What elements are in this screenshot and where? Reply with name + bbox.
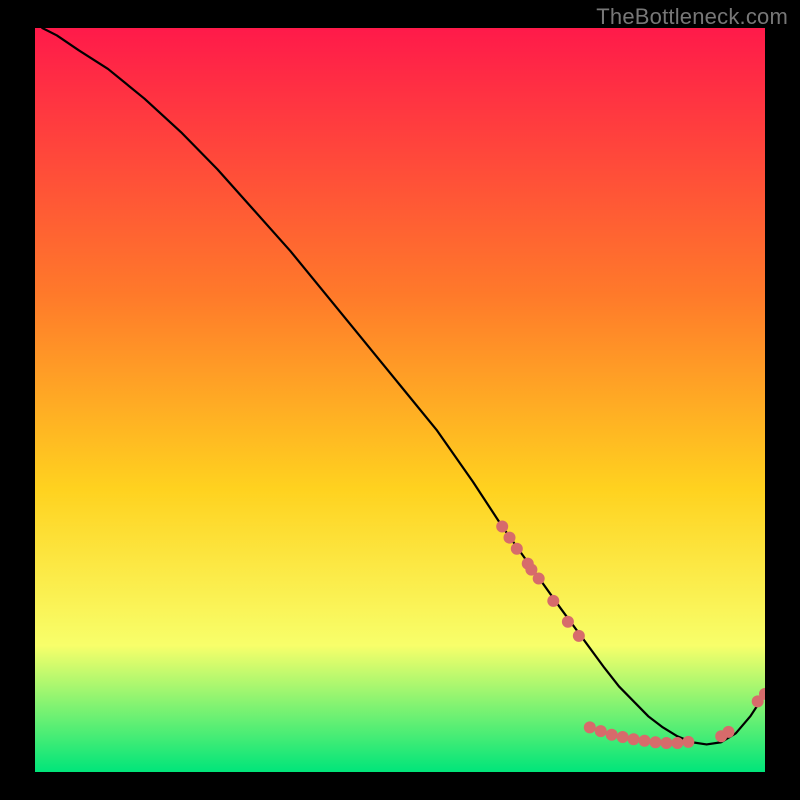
data-marker: [660, 737, 672, 749]
gradient-background: [35, 28, 765, 772]
watermark-text: TheBottleneck.com: [596, 4, 788, 30]
data-marker: [573, 630, 585, 642]
data-marker: [639, 735, 651, 747]
data-marker: [496, 520, 508, 532]
data-marker: [562, 616, 574, 628]
data-marker: [525, 564, 537, 576]
chart-svg: [35, 28, 765, 772]
data-marker: [723, 726, 735, 738]
data-marker: [595, 725, 607, 737]
plot-area: [35, 28, 765, 772]
data-marker: [511, 543, 523, 555]
data-marker: [682, 736, 694, 748]
data-marker: [617, 731, 629, 743]
data-marker: [547, 595, 559, 607]
data-marker: [584, 721, 596, 733]
data-marker: [671, 737, 683, 749]
chart-stage: TheBottleneck.com: [0, 0, 800, 800]
data-marker: [504, 532, 516, 544]
data-marker: [650, 736, 662, 748]
data-marker: [606, 729, 618, 741]
data-marker: [628, 733, 640, 745]
